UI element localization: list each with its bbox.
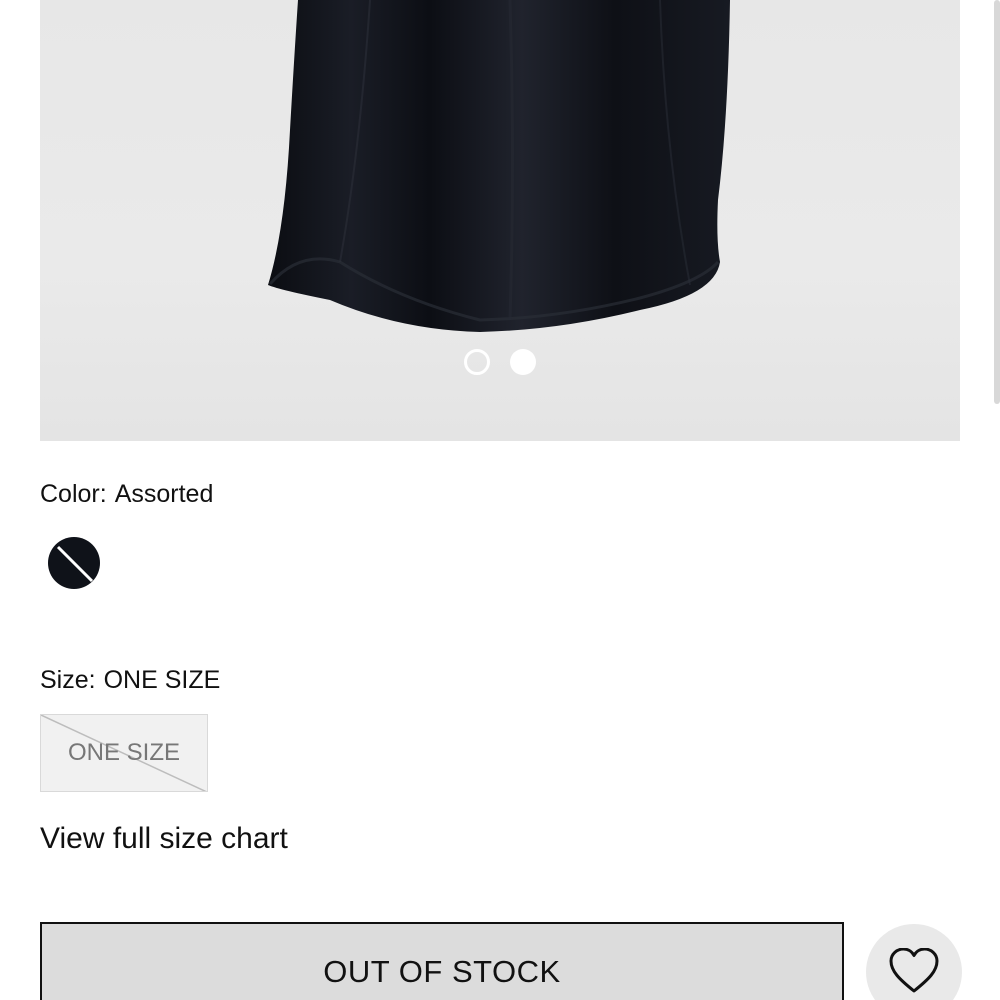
size-chart-link[interactable]: View full size chart <box>40 820 288 858</box>
out-of-stock-label: OUT OF STOCK <box>323 954 561 989</box>
size-option-label: ONE SIZE <box>67 739 181 766</box>
size-value: ONE SIZE <box>103 666 221 694</box>
out-of-stock-button[interactable]: OUT OF STOCK <box>40 922 844 1000</box>
size-label: Size: <box>40 666 96 694</box>
carousel-dots <box>40 349 960 375</box>
heart-icon <box>889 948 939 993</box>
size-selector-label: Size: ONE SIZE <box>40 664 220 696</box>
strikethrough-icon <box>56 545 94 583</box>
wishlist-button[interactable] <box>866 924 962 1000</box>
color-selector-label: Color: Assorted <box>40 478 213 510</box>
product-page: Color: Assorted Size: ONE SIZE ONE SIZE Vi… <box>0 0 1000 1000</box>
carousel-dot-2[interactable] <box>510 349 536 375</box>
scrollbar[interactable] <box>994 0 1000 404</box>
color-swatch[interactable] <box>48 537 100 589</box>
carousel-dot-1[interactable] <box>464 349 490 375</box>
color-value: Assorted <box>114 480 214 508</box>
product-image-carousel[interactable] <box>40 0 960 441</box>
size-option-one-size[interactable]: ONE SIZE <box>40 714 208 792</box>
color-label: Color: <box>40 480 107 508</box>
